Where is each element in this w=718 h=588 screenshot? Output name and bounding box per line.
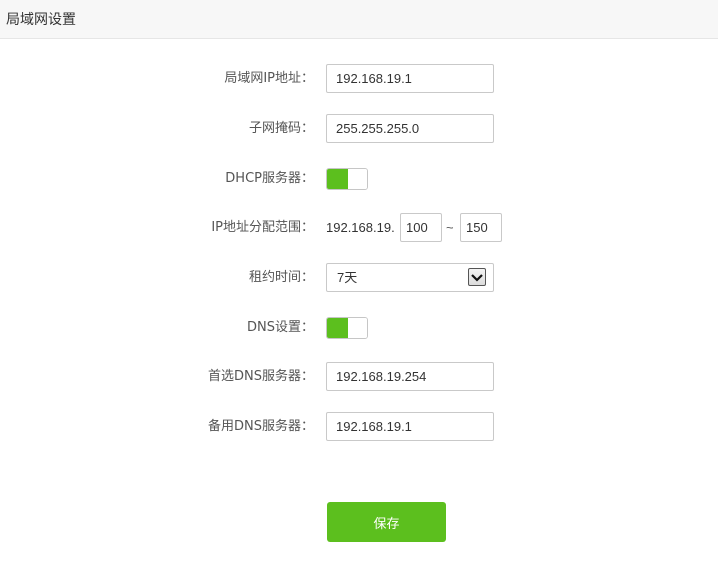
ip-range-label: IP地址分配范围： (211, 220, 314, 235)
toggle-knob (348, 318, 367, 338)
subnet-mask-label: 子网掩码： (248, 121, 314, 136)
dns-settings-row: DNS设置： (0, 313, 718, 343)
primary-dns-input[interactable] (326, 362, 494, 391)
page-header: 局域网设置 (0, 0, 718, 39)
secondary-dns-row: 备用DNS服务器： (0, 412, 718, 442)
secondary-dns-label: 备用DNS服务器： (208, 419, 314, 434)
ip-range-prefix: 192.168.19. (326, 220, 395, 235)
toggle-knob (348, 169, 367, 189)
secondary-dns-input[interactable] (326, 412, 494, 441)
dhcp-server-label: DHCP服务器： (225, 171, 314, 186)
dns-settings-label: DNS设置： (247, 320, 314, 335)
dns-settings-toggle[interactable] (326, 317, 368, 339)
primary-dns-label: 首选DNS服务器： (208, 369, 314, 384)
lease-time-row: 租约时间： 7天 (0, 263, 718, 293)
toggle-on-indicator (327, 318, 348, 338)
ip-range-separator: ~ (446, 220, 454, 235)
lease-time-value: 7天 (337, 270, 358, 285)
subnet-mask-row: 子网掩码： (0, 114, 718, 144)
subnet-mask-input[interactable] (326, 114, 494, 143)
ip-range-end-input[interactable] (460, 213, 502, 242)
dhcp-server-row: DHCP服务器： (0, 164, 718, 194)
lan-ip-input[interactable] (326, 64, 494, 93)
ip-range-row: IP地址分配范围： 192.168.19. ~ (0, 213, 718, 243)
primary-dns-row: 首选DNS服务器： (0, 362, 718, 392)
lan-ip-label: 局域网IP地址： (224, 71, 314, 86)
lan-ip-row: 局域网IP地址： (0, 64, 718, 94)
toggle-on-indicator (327, 169, 348, 189)
page-title: 局域网设置 (6, 12, 76, 28)
ip-range-start-input[interactable] (400, 213, 442, 242)
save-button[interactable]: 保存 (327, 502, 446, 542)
lease-time-label: 租约时间： (248, 270, 314, 285)
lease-time-select[interactable]: 7天 (326, 263, 494, 292)
chevron-down-icon[interactable] (468, 268, 486, 286)
dhcp-server-toggle[interactable] (326, 168, 368, 190)
